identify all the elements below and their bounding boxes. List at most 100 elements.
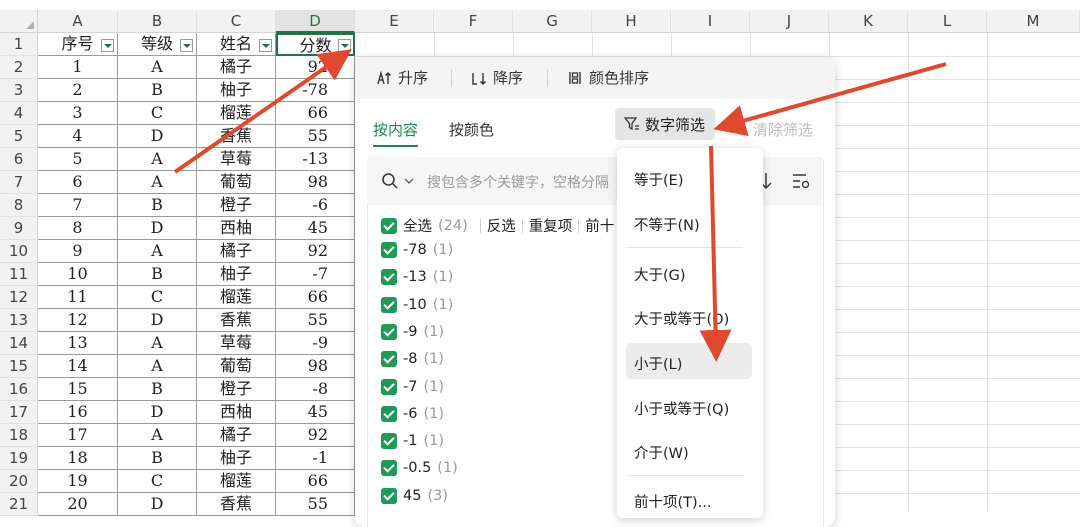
table-cell[interactable]: 橘子	[197, 240, 276, 263]
table-cell[interactable]: -9	[276, 332, 355, 355]
table-cell[interactable]: D	[118, 309, 197, 332]
table-cell[interactable]: 5	[38, 148, 118, 171]
list-settings-icon[interactable]	[791, 172, 811, 190]
row-header[interactable]: 17	[0, 401, 38, 424]
column-header-h[interactable]: H	[592, 10, 671, 33]
table-cell[interactable]: 葡萄	[197, 171, 276, 194]
list-item[interactable]: -10 (1)	[381, 296, 453, 313]
sort-descending-button[interactable]: 降序	[470, 67, 523, 88]
table-cell[interactable]: 92	[276, 56, 355, 79]
number-filter-button[interactable]: 数字筛选	[615, 108, 715, 140]
column-header-m[interactable]: M	[987, 10, 1080, 33]
column-header-k[interactable]: K	[829, 10, 908, 33]
row-header[interactable]: 11	[0, 263, 38, 286]
table-cell[interactable]: C	[118, 286, 197, 309]
row-header[interactable]: 18	[0, 424, 38, 447]
top10-link[interactable]: 前十	[585, 215, 614, 236]
column-header-a[interactable]: A	[38, 10, 118, 33]
table-cell[interactable]: 6	[38, 171, 118, 194]
table-cell[interactable]: 草莓	[197, 148, 276, 171]
clear-filter-button[interactable]: 清除筛选	[733, 119, 813, 140]
table-cell[interactable]: 7	[38, 194, 118, 217]
table-cell[interactable]: 榴莲	[197, 286, 276, 309]
table-cell[interactable]: -78	[276, 79, 355, 102]
table-cell[interactable]: 4	[38, 125, 118, 148]
value-checkbox[interactable]	[381, 405, 397, 422]
table-cell[interactable]: A	[118, 56, 197, 79]
table-cell[interactable]: 12	[38, 309, 118, 332]
table-cell[interactable]: 葡萄	[197, 355, 276, 378]
table-cell[interactable]: A	[118, 355, 197, 378]
list-item[interactable]: -0.5 (1)	[381, 460, 458, 477]
table-cell[interactable]: 18	[38, 447, 118, 470]
column-filter-button[interactable]	[338, 39, 351, 52]
table-cell[interactable]: 45	[276, 217, 355, 240]
table-cell[interactable]: 香蕉	[197, 125, 276, 148]
menu-item-not-equals[interactable]: 不等于(N)	[634, 214, 700, 235]
column-header-g[interactable]: G	[513, 10, 592, 33]
table-cell[interactable]: 1	[38, 56, 118, 79]
sort-by-color-button[interactable]: 颜色排序	[566, 67, 649, 88]
tab-by-content[interactable]: 按内容	[373, 119, 419, 147]
table-cell[interactable]: B	[118, 378, 197, 401]
table-cell[interactable]: D	[118, 493, 197, 516]
table-cell[interactable]: 14	[38, 355, 118, 378]
table-cell[interactable]: 柚子	[197, 263, 276, 286]
value-checkbox[interactable]	[381, 487, 397, 504]
table-cell[interactable]: B	[118, 79, 197, 102]
column-filter-button[interactable]	[180, 39, 193, 52]
table-cell[interactable]: 15	[38, 378, 118, 401]
table-cell[interactable]: A	[118, 240, 197, 263]
table-cell[interactable]: 55	[276, 309, 355, 332]
list-item[interactable]: -6 (1)	[381, 405, 444, 422]
row-header[interactable]: 1	[0, 33, 38, 56]
table-cell[interactable]: 香蕉	[197, 309, 276, 332]
row-header[interactable]: 21	[0, 493, 38, 516]
invert-selection-link[interactable]: 反选	[487, 215, 516, 236]
column-header-l[interactable]: L	[908, 10, 987, 33]
column-header-b[interactable]: B	[118, 10, 197, 33]
table-cell[interactable]: B	[118, 447, 197, 470]
select-all-checkbox[interactable]	[381, 217, 397, 234]
table-cell[interactable]: 55	[276, 125, 355, 148]
row-header[interactable]: 13	[0, 309, 38, 332]
table-cell[interactable]: 草莓	[197, 332, 276, 355]
table-cell[interactable]: 榴莲	[197, 102, 276, 125]
table-cell[interactable]: 13	[38, 332, 118, 355]
list-item[interactable]: -9 (1)	[381, 323, 444, 340]
table-cell[interactable]: B	[118, 263, 197, 286]
row-header[interactable]: 16	[0, 378, 38, 401]
column-header-i[interactable]: I	[671, 10, 750, 33]
table-cell[interactable]: C	[118, 102, 197, 125]
table-cell[interactable]: A	[118, 332, 197, 355]
list-item[interactable]: -8 (1)	[381, 351, 444, 368]
table-cell[interactable]: -6	[276, 194, 355, 217]
table-cell[interactable]: 西柚	[197, 401, 276, 424]
list-item[interactable]: -78 (1)	[381, 242, 453, 258]
table-cell[interactable]: 2	[38, 79, 118, 102]
table-cell[interactable]: 45	[276, 401, 355, 424]
table-cell[interactable]: 19	[38, 470, 118, 493]
table-cell[interactable]: D	[118, 217, 197, 240]
table-cell[interactable]: 66	[276, 470, 355, 493]
search-input[interactable]: 搜包含多个关键字，空格分隔	[427, 172, 609, 192]
table-cell[interactable]: -13	[276, 148, 355, 171]
column-header-d[interactable]: D	[276, 10, 355, 33]
row-header[interactable]: 10	[0, 240, 38, 263]
table-cell[interactable]: 橘子	[197, 424, 276, 447]
row-header[interactable]: 14	[0, 332, 38, 355]
menu-item-between[interactable]: 介于(W)	[634, 442, 689, 463]
table-cell[interactable]: A	[118, 148, 197, 171]
chevron-down-icon[interactable]	[404, 177, 414, 185]
table-cell[interactable]: 92	[276, 240, 355, 263]
column-header-j[interactable]: J	[750, 10, 829, 33]
table-cell[interactable]: 柚子	[197, 79, 276, 102]
row-header[interactable]: 19	[0, 447, 38, 470]
table-cell[interactable]: 92	[276, 424, 355, 447]
table-cell[interactable]: A	[118, 424, 197, 447]
table-cell[interactable]: 20	[38, 493, 118, 516]
select-all-corner[interactable]	[0, 10, 38, 33]
table-cell[interactable]: B	[118, 194, 197, 217]
table-cell[interactable]: C	[118, 470, 197, 493]
row-header[interactable]: 3	[0, 79, 38, 102]
